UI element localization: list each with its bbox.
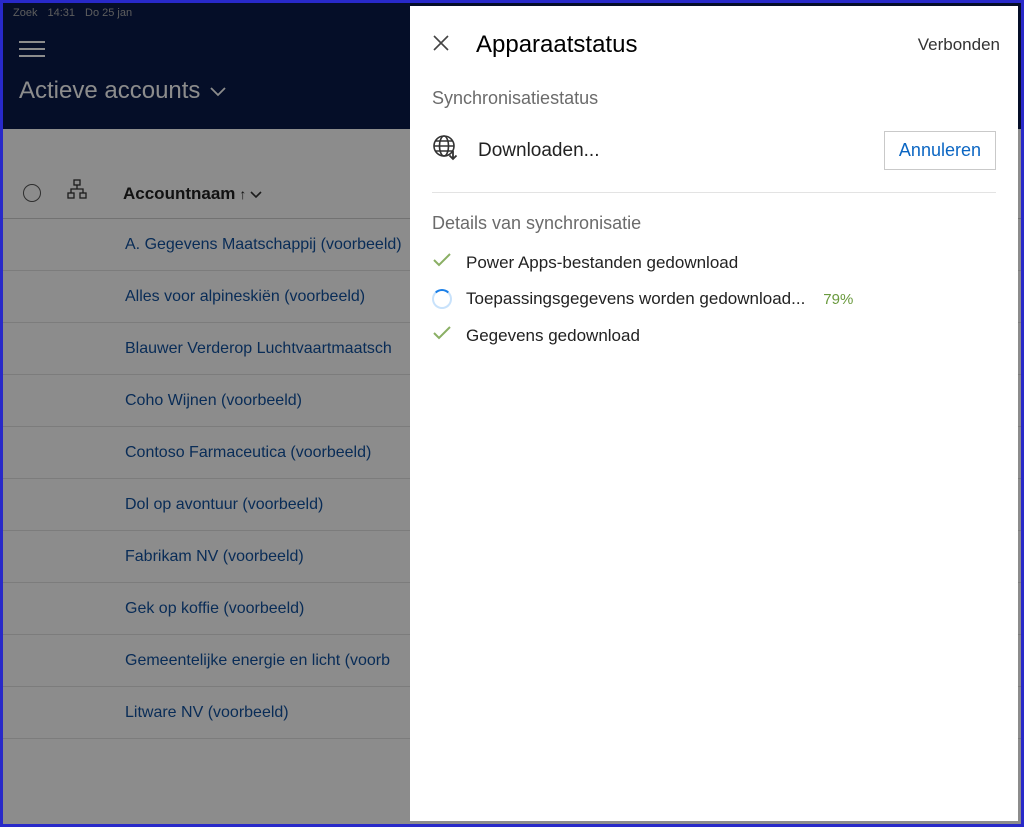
downloading-text: Downloaden... (478, 140, 866, 162)
download-row: Downloaden... Annuleren (432, 131, 996, 170)
panel-header: Apparaatstatus Verbonden (410, 6, 1018, 84)
sync-item-percent: 79% (823, 291, 853, 308)
cancel-button[interactable]: Annuleren (884, 131, 996, 170)
check-icon (432, 252, 452, 273)
device-status-panel: Apparaatstatus Verbonden Synchronisaties… (410, 6, 1018, 821)
sync-item-done: Gegevens gedownload (432, 325, 996, 346)
sync-item-progress: Toepassingsgegevens worden gedownload...… (432, 289, 996, 309)
panel-title: Apparaatstatus (476, 31, 900, 59)
sync-item-text: Toepassingsgegevens worden gedownload... (466, 289, 805, 309)
sync-details-label: Details van synchronisatie (432, 213, 996, 234)
sync-item-text: Gegevens gedownload (466, 326, 640, 346)
globe-download-icon (432, 134, 460, 167)
sync-item-done: Power Apps-bestanden gedownload (432, 252, 996, 273)
close-button[interactable] (424, 30, 458, 60)
sync-item-text: Power Apps-bestanden gedownload (466, 253, 738, 273)
connection-status: Verbonden (918, 35, 1000, 55)
sync-status-label: Synchronisatiestatus (432, 88, 996, 109)
spinner-icon (432, 289, 452, 309)
check-icon (432, 325, 452, 346)
